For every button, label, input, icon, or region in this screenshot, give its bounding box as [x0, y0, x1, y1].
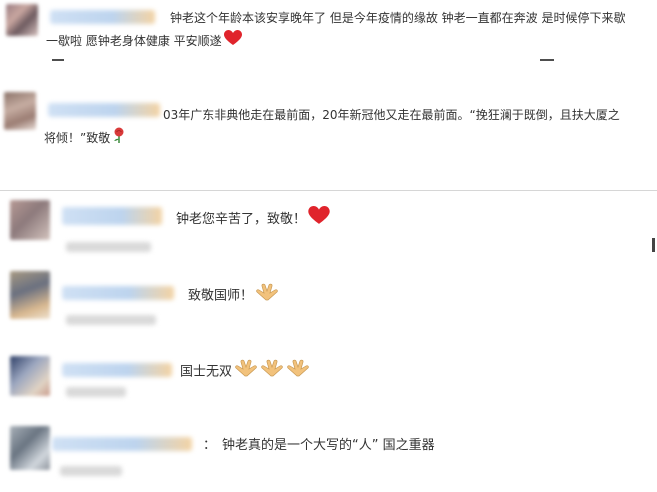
folded-hands-icon: [234, 359, 258, 385]
avatar[interactable]: [10, 271, 50, 319]
clipped-glyph: [52, 59, 64, 61]
comment-meta-blurred: [66, 242, 151, 252]
username-blurred[interactable]: [62, 363, 172, 377]
comment-text: 国士无双: [180, 359, 310, 385]
comment-text: 钟老您辛苦了，致敬！: [176, 206, 330, 233]
comment-text-line2: 将倾！”致敬: [44, 127, 126, 150]
comment-text-line2: 一歇啦 愿钟老身体健康 平安顺遂: [46, 30, 242, 53]
username-blurred[interactable]: [62, 286, 174, 300]
avatar[interactable]: [10, 426, 50, 470]
avatar[interactable]: [10, 356, 50, 396]
comment-prefix: ：: [203, 438, 217, 453]
scroll-edge-marker: [652, 238, 655, 252]
avatar[interactable]: [6, 4, 38, 36]
comment-meta-blurred: [66, 387, 126, 397]
rose-icon: [112, 127, 126, 150]
comment-text: 钟老这个年龄本该安享晚年了 但是今年疫情的缘故 钟老一直都在奔波 是时候停下来歇: [170, 11, 626, 25]
red-heart-icon: [308, 206, 330, 233]
comment-text: 钟老真的是一个大写的“人” 国之重器: [222, 438, 435, 453]
avatar[interactable]: [10, 200, 50, 240]
username-blurred[interactable]: [48, 103, 160, 117]
comment-meta-blurred: [66, 315, 156, 325]
comment-text: 致敬国师！: [188, 283, 279, 309]
clipped-glyph: [540, 59, 554, 61]
avatar[interactable]: [4, 92, 36, 130]
username-blurred[interactable]: [62, 207, 162, 225]
folded-hands-icon: [255, 283, 279, 309]
username-blurred[interactable]: [50, 10, 155, 24]
username-blurred[interactable]: [52, 437, 192, 451]
folded-hands-icon: [286, 359, 310, 385]
folded-hands-icon: [260, 359, 284, 385]
comment-text: 03年广东非典他走在最前面，20年新冠他又走在最前面。“挽狂澜于既倒，且扶大厦之: [163, 108, 620, 122]
comment-meta-blurred: [60, 466, 122, 476]
red-heart-icon: [223, 30, 242, 53]
